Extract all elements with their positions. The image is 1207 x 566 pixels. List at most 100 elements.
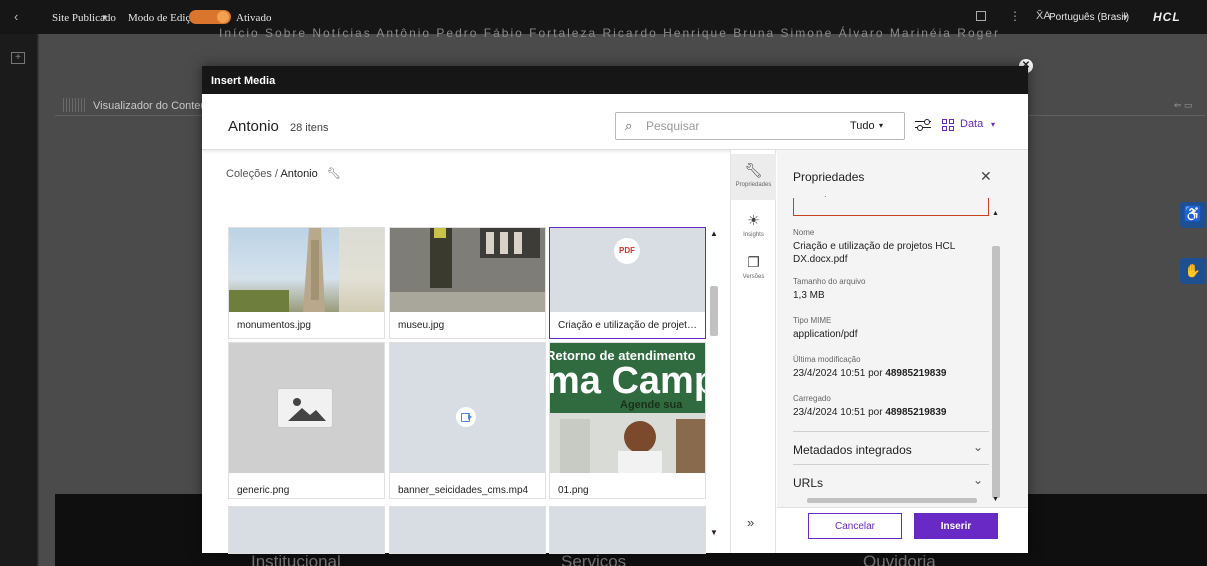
close-properties-icon[interactable]: ✕ [980,168,992,185]
media-filename: generic.png [237,485,290,496]
footer-link[interactable]: Serviços [561,552,626,566]
details-tabs: 🔧︎ Propriedades ☀ Insights ❐ Versões » [730,150,776,553]
media-thumbnail [229,228,384,312]
filter-caret-icon[interactable]: ▾ [879,121,883,130]
tab-insights[interactable]: ☀ Insights [731,212,776,248]
wrench-icon[interactable]: 🔧︎ [327,168,341,180]
properties-heading: Propriedades [793,170,865,184]
media-filename: monumentos.jpg [237,320,311,331]
video-icon [456,407,476,427]
sort-dropdown[interactable]: Data [960,118,983,130]
left-rail: + › [0,34,53,566]
museum-thumbnail [390,228,545,312]
property-label: Última modificação [793,355,861,364]
add-content-icon[interactable]: + [11,52,25,64]
image-placeholder-icon [277,388,333,428]
versions-icon: ❐ [747,254,760,270]
filter-sliders-icon[interactable] [915,117,931,131]
grid-scrollbar[interactable]: ▲ ▼ [708,221,720,543]
scroll-up-icon[interactable]: ▲ [710,229,718,238]
property-modified: Última modificação 23/4/2024 10:51 por 4… [793,355,993,380]
insert-media-dialog: Insert Media Antonio 28 itens ⌕ Tudo ▾ D… [202,66,1028,554]
scroll-down-icon[interactable]: ▼ [710,528,718,537]
footer-link[interactable]: Ouvidoria [863,552,936,566]
media-tile[interactable]: banner_seicidades_cms.mp4 [389,342,546,499]
accessibility-icon[interactable]: ♿ [1180,202,1206,228]
sign-language-icon[interactable]: ✋ [1180,258,1206,284]
property-label: Carregado [793,394,831,403]
monument-thumbnail [229,228,384,312]
tab-label: Versões [742,274,765,280]
media-thumbnail [390,507,545,553]
sort-caret-icon[interactable]: ▾ [991,120,995,129]
grid-view-icon[interactable] [942,119,954,131]
drag-grip-icon[interactable] [63,98,87,112]
scroll-down-icon[interactable]: ▼ [992,496,999,503]
property-uploaded: Carregado 23/4/2024 10:51 por 4898521983… [793,394,993,419]
language-selector[interactable]: Português (Brasil) [1049,12,1129,23]
horizontal-scrollbar[interactable] [807,498,977,503]
media-thumbnail [229,343,384,473]
property-value: 1,3 MB [793,290,825,301]
scroll-up-icon[interactable]: ▲ [992,210,999,217]
media-tile[interactable]: museu.jpg [389,227,546,339]
wrench-icon: 🔧︎ [744,162,763,178]
type-filter-dropdown[interactable]: Tudo [850,120,875,132]
property-value: 23/4/2024 10:51 por 48985219839 [793,367,993,380]
scrollbar-thumb[interactable] [710,286,718,336]
content-tools-icon[interactable]: ⇐ ▭ [1174,100,1193,111]
media-toolbar: Antonio 28 itens ⌕ Tudo ▾ Data ▾ [202,94,1028,150]
cancel-button[interactable]: Cancelar [808,513,902,539]
property-value: Criação e utilização de projetos HCL DX.… [793,241,955,265]
property-date: 23/4/2024 10:51 por [793,407,883,418]
content-viewer-title: Visualizador do Conteúdo [93,100,219,112]
properties-scrollbar[interactable]: ▲ ▼ [989,210,1003,510]
media-filename: Criação e utilização de projetos HCL DX.… [558,320,698,331]
accordion-title: URLs [793,476,824,490]
tab-properties[interactable]: 🔧︎ Propriedades [731,154,776,200]
chevron-down-icon: ⌄ [973,440,984,454]
media-tile[interactable]: monumentos.jpg [228,227,385,339]
property-label: Nome [793,228,815,237]
language-caret-icon[interactable]: ▾ [1123,12,1128,23]
tab-versions[interactable]: ❐ Versões [731,254,776,290]
banner-text-line: ma Campi [550,360,705,402]
property-value: application/pdf [793,329,858,340]
property-user: 48985219839 [885,407,947,418]
more-options-icon[interactable]: ⋮ [1009,9,1021,23]
tab-label: Propriedades [735,182,772,188]
footer-link[interactable]: Institucional [251,552,341,566]
page-view-icon[interactable] [976,11,986,21]
site-caret-icon[interactable]: ▾ [102,12,107,23]
search-box[interactable]: ⌕ Tudo ▾ [615,112,905,140]
banner-text-line: Agende sua [620,399,683,411]
search-icon: ⌕ [625,118,633,133]
scrollbar-thumb[interactable] [992,246,1000,498]
media-thumbnail [229,507,384,553]
property-mime: Tipo MIME application/pdf [793,316,993,341]
media-tile[interactable] [228,506,385,554]
accordion-urls[interactable]: URLs ⌄ [793,464,989,497]
accordion-title: Metadados integrados [793,443,912,457]
dialog-actions: Cancelar Inserir [777,507,1028,553]
edit-mode-toggle[interactable] [189,10,231,24]
collapse-panel-icon[interactable]: » [747,515,754,530]
media-tile[interactable] [549,506,706,554]
property-date: 23/4/2024 10:51 por [793,368,883,379]
accordion-embedded-metadata[interactable]: Metadados integrados ⌄ [793,431,989,464]
back-chevron-icon[interactable]: ‹ [14,9,18,24]
media-thumbnail: PDF [550,228,705,312]
dialog-header: Insert Media [202,66,1028,94]
media-thumbnail: Retorno de atendimento ma Campi Agende s… [550,343,705,473]
media-tile[interactable] [389,506,546,554]
property-size: Tamanho do arquivo 1,3 MB [793,277,993,302]
media-tile[interactable]: generic.png [228,342,385,499]
tab-label: Insights [743,232,764,238]
media-tile-selected[interactable]: PDF Criação e utilização de projetos HCL… [549,227,706,339]
media-tile[interactable]: Retorno de atendimento ma Campi Agende s… [549,342,706,499]
breadcrumb-root[interactable]: Coleções [226,168,272,180]
property-label: Tamanho do arquivo [793,277,866,286]
folder-name: Antonio [228,118,279,135]
insert-button[interactable]: Inserir [914,513,998,539]
search-input[interactable] [646,118,806,134]
